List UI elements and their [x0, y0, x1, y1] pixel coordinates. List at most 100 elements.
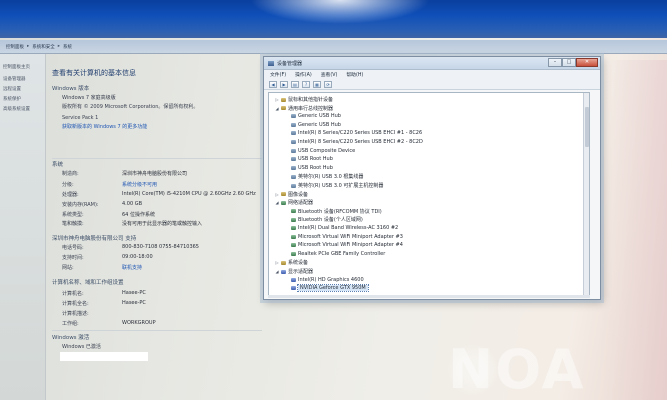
tree-device[interactable]: USB Root Hub [285, 156, 333, 162]
left-pane-item[interactable]: 控制面板主页 [3, 64, 30, 70]
activation-status: Windows 已激活 [62, 344, 101, 350]
activation-header: Windows 激活 [52, 335, 90, 341]
tree-device[interactable]: Intel(R) HD Graphics 4600 [285, 277, 364, 283]
tree-device[interactable]: USB Composite Device [285, 148, 355, 154]
network-device-icon [291, 243, 296, 248]
menu-help[interactable]: 帮助(H) [346, 71, 363, 78]
upgrade-link[interactable]: 获取新版本的 Windows 7 的更多功能 [62, 123, 147, 130]
tree-device[interactable]: Generic USB Hub [285, 122, 341, 128]
copyright-text: 版权所有 © 2009 Microsoft Corporation。保留所有权利… [62, 104, 199, 110]
help-icon[interactable]: ? [302, 80, 310, 88]
close-button[interactable]: ✕ [576, 58, 598, 67]
window-titlebar[interactable]: 设备管理器 – □ ✕ [264, 57, 600, 70]
display-device-icon [291, 286, 296, 291]
online-support-link[interactable]: 联机支持 [122, 264, 142, 271]
page-title: 查看有关计算机的基本信息 [52, 69, 136, 77]
forward-icon[interactable]: ▶ [280, 80, 288, 88]
system-type-label: 系统类型: [62, 212, 84, 218]
collapse-arrow-icon[interactable]: ◢ [275, 106, 279, 111]
phone-label: 电话号码: [62, 245, 84, 251]
properties-icon[interactable]: ▤ [291, 80, 299, 88]
phone-value: 800-830-7108 0755-84710365 [122, 244, 199, 250]
redacted-product-id [60, 352, 148, 361]
tree-device[interactable]: USB Root Hub [285, 165, 333, 171]
description-label: 计算机描述: [62, 311, 89, 317]
tree-item-label: USB Root Hub [298, 156, 333, 163]
section-divider [52, 158, 262, 159]
scrollbar-thumb[interactable] [585, 107, 589, 147]
tree-item-label: Generic USB Hub [298, 113, 341, 120]
menu-bar: 文件(F) 操作(A) 查看(V) 帮助(H) [264, 70, 600, 79]
tree-device[interactable]: Microsoft Virtual WiFi Miniport Adapter … [285, 234, 403, 240]
menu-action[interactable]: 操作(A) [295, 71, 312, 78]
tree-device[interactable]: Generic USB Hub [285, 113, 341, 119]
support-hours-value: 09:00-18:00 [122, 254, 153, 260]
expand-arrow-icon[interactable]: ▷ [275, 260, 279, 265]
status-bar [268, 295, 590, 298]
computer-name-label: 计算机名: [62, 291, 84, 297]
tree-category[interactable]: ▷ 系统设备 [275, 259, 308, 266]
left-pane-item[interactable]: 高级系统设置 [3, 106, 30, 112]
tree-item-label: Realtek PCIe GBE Family Controller [298, 250, 386, 257]
back-icon[interactable]: ◀ [269, 80, 277, 88]
menu-file[interactable]: 文件(F) [270, 71, 286, 78]
network-device-icon [291, 217, 296, 222]
tree-device[interactable]: Microsoft Virtual WiFi Miniport Adapter … [285, 242, 403, 248]
tree-category[interactable]: ▷ 图像设备 [275, 191, 308, 198]
full-name-label: 计算机全名: [62, 301, 89, 307]
section-divider [52, 330, 262, 331]
tree-category[interactable]: ◢ 网络适配器 [275, 199, 313, 206]
tree-device[interactable]: NVIDIA Geforce GTX 950M [285, 284, 369, 293]
display-device-icon [291, 277, 296, 282]
tree-device[interactable]: 英特尔(R) USB 3.0 根集线器 [285, 173, 363, 180]
left-task-pane: 控制面板主页 设备管理器 远程设置 系统保护 高级系统设置 [0, 54, 46, 400]
collapse-arrow-icon[interactable]: ◢ [275, 269, 279, 274]
scan-icon[interactable]: ▦ [313, 80, 321, 88]
collapse-arrow-icon[interactable]: ◢ [275, 200, 279, 205]
toolbar: ◀ ▶ ▤ ? ▦ ⟳ [264, 79, 600, 90]
tree-device[interactable]: Intel(R) 8 Series/C220 Series USB EHCI #… [285, 130, 422, 136]
tree-device[interactable]: Bluetooth 设备(RFCOMM 协议 TDI) [285, 208, 382, 215]
usb-device-icon [291, 114, 296, 119]
tree-device[interactable]: Realtek PCIe GBE Family Controller [285, 251, 385, 257]
breadcrumb-system[interactable]: 系统 [63, 44, 72, 50]
tree-device[interactable]: Intel(R) 8 Series/C220 Series USB EHCI #… [285, 139, 423, 145]
tree-item-label: Intel(R) 8 Series/C220 Series USB EHCI #… [298, 130, 423, 137]
rating-label: 分级: [62, 182, 74, 188]
tree-device[interactable]: Bluetooth 设备(个人区域网) [285, 216, 363, 223]
breadcrumb-control-panel[interactable]: 控制面板 [6, 44, 24, 50]
tree-device[interactable]: 英特尔(R) USB 3.0 可扩展主机控制器 [285, 182, 383, 189]
full-name-value: Hasee-PC [122, 300, 146, 306]
tree-scrollbar[interactable] [583, 93, 589, 296]
usb-device-icon [291, 157, 296, 162]
expand-arrow-icon[interactable]: ▷ [275, 97, 279, 102]
usb-device-icon [291, 140, 296, 144]
update-icon[interactable]: ⟳ [324, 80, 332, 88]
device-manager-window[interactable]: 设备管理器 – □ ✕ 文件(F) 操作(A) 查看(V) 帮助(H) ◀ ▶ … [263, 56, 601, 300]
breadcrumb-system-security[interactable]: 系统和安全 [32, 44, 55, 50]
network-device-icon [291, 234, 296, 239]
category-icon [281, 106, 286, 111]
website-label: 网站: [62, 265, 74, 271]
system-properties-panel: 查看有关计算机的基本信息 Windows 版本 Windows 7 家庭高级版 … [48, 54, 268, 400]
ram-value: 4.00 GB [122, 201, 143, 207]
tree-item-label: Microsoft Virtual WiFi Miniport Adapter … [298, 233, 403, 240]
minimize-button[interactable]: – [548, 58, 562, 67]
network-device-icon [291, 251, 296, 256]
device-tree[interactable]: ▷ 鼠标和其他指针设备 ◢ 通用串行总线控制器 Generic USB Hub Gener… [268, 92, 590, 297]
ram-label: 安装内存(RAM): [62, 202, 99, 208]
expand-arrow-icon[interactable]: ▷ [275, 192, 279, 197]
tree-category[interactable]: ◢ 显示适配器 [275, 268, 313, 275]
tree-item-label: NVIDIA Geforce GTX 950M [297, 284, 369, 293]
tree-item-label: Bluetooth 设备(个人区域网) [298, 217, 363, 224]
tree-device[interactable]: Intel(R) Dual Band Wireless-AC 3160 #2 [285, 225, 398, 231]
left-pane-item[interactable]: 系统保护 [3, 96, 21, 102]
left-pane-item[interactable]: 设备管理器 [3, 76, 26, 82]
maximize-button[interactable]: □ [562, 58, 576, 67]
menu-view[interactable]: 查看(V) [321, 71, 338, 78]
tree-category[interactable]: ◢ 通用串行总线控制器 [275, 105, 333, 112]
address-bar[interactable]: 控制面板 ▸ 系统和安全 ▸ 系统 [0, 40, 667, 54]
rating-link[interactable]: 系统分级不可用 [122, 181, 157, 188]
left-pane-item[interactable]: 远程设置 [3, 86, 21, 92]
tree-category[interactable]: ▷ 鼠标和其他指针设备 [275, 96, 333, 103]
